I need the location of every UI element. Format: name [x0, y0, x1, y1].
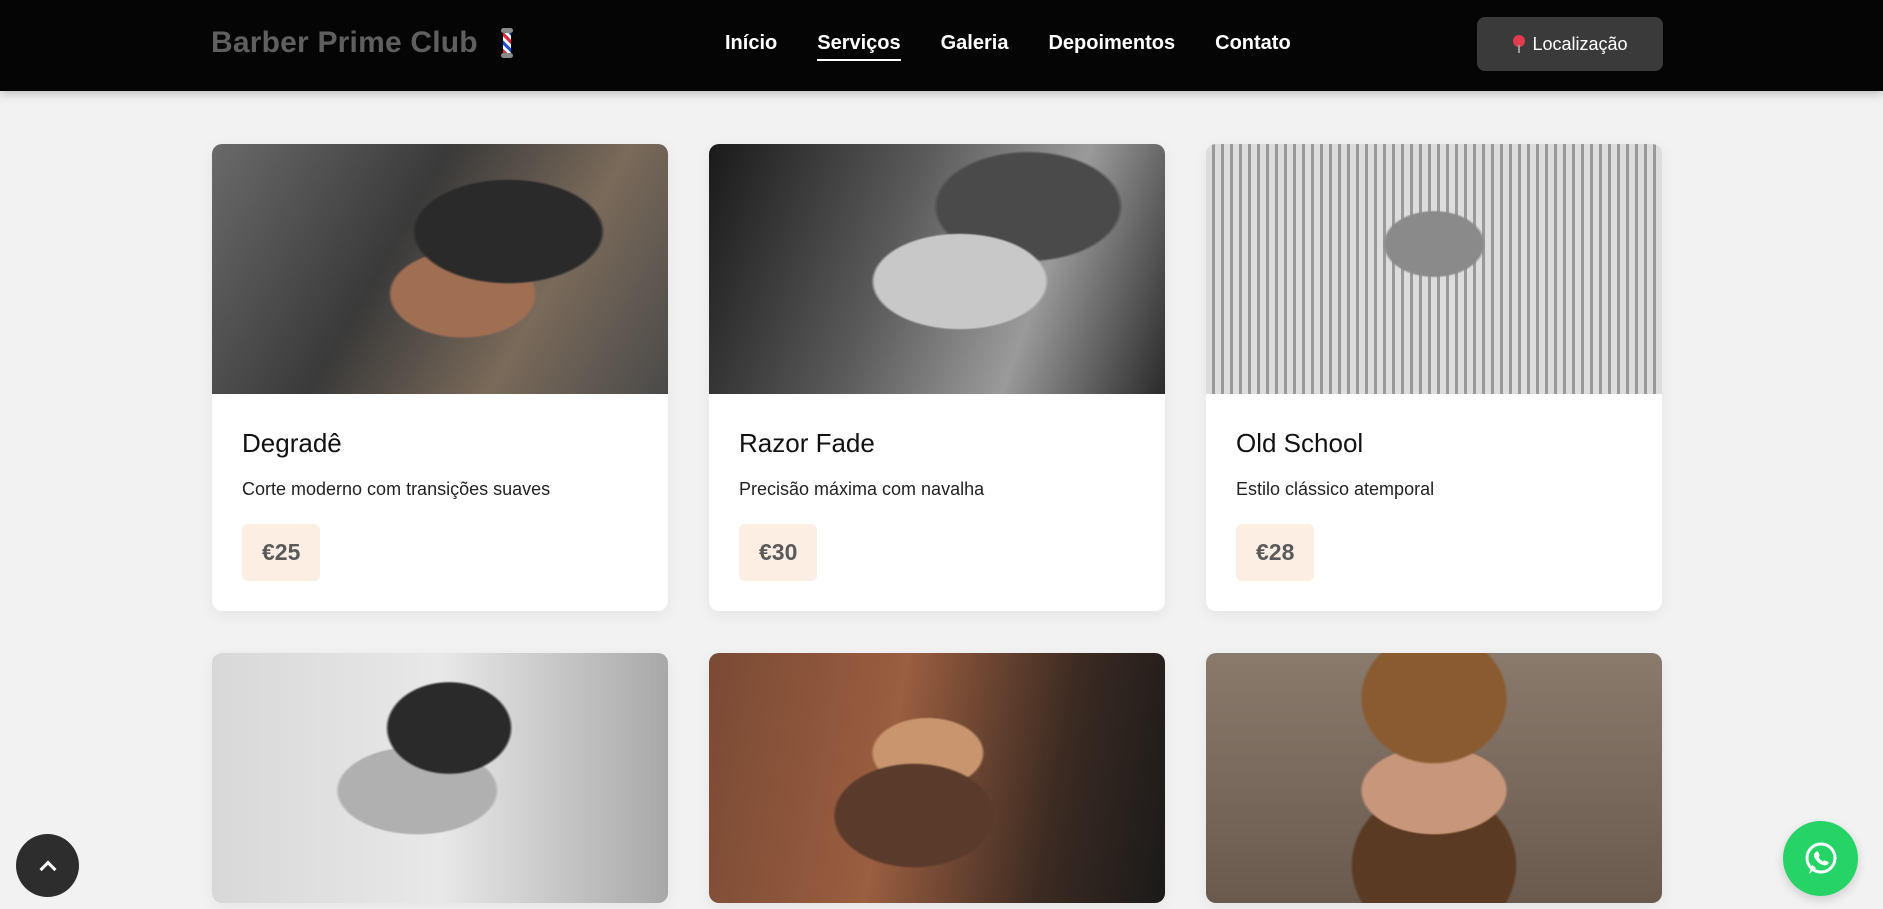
service-photo: [1206, 653, 1662, 903]
top-navbar: Barber Prime Club Início Serviços Galeri…: [0, 0, 1883, 91]
chevron-up-icon: [39, 860, 56, 877]
service-description: Corte moderno com transições suaves: [242, 479, 551, 499]
service-photo: [709, 653, 1165, 903]
service-title: Razor Fade: [739, 428, 875, 458]
price-badge: €30: [739, 524, 818, 581]
brand-name: Barber Prime Club: [211, 26, 478, 59]
nav-link-depoimentos[interactable]: Depoimentos: [1048, 32, 1175, 61]
service-card-degrade[interactable]: Degradê Corte moderno com transições sua…: [212, 144, 668, 611]
main-nav: Início Serviços Galeria Depoimentos Cont…: [725, 32, 1331, 61]
service-card-razor-fade[interactable]: Razor Fade Precisão máxima com navalha €…: [709, 144, 1165, 611]
scroll-to-top-button[interactable]: [16, 834, 79, 897]
location-button[interactable]: Localização: [1477, 17, 1663, 71]
service-card-5[interactable]: [709, 653, 1165, 903]
nav-link-galeria[interactable]: Galeria: [941, 32, 1009, 61]
service-card-4[interactable]: [212, 653, 668, 903]
barber-pole-icon: [500, 28, 514, 58]
whatsapp-icon: [1805, 842, 1836, 874]
service-photo: [1206, 144, 1662, 394]
brand-logo[interactable]: Barber Prime Club: [211, 26, 514, 60]
nav-link-servicos[interactable]: Serviços: [817, 32, 902, 61]
service-title: Degradê: [242, 428, 342, 458]
service-photo: [212, 144, 668, 394]
location-button-label: Localização: [1532, 33, 1628, 54]
price-badge: €28: [1236, 524, 1315, 581]
whatsapp-button[interactable]: [1783, 821, 1858, 896]
service-card-6[interactable]: [1206, 653, 1662, 903]
service-photo: [709, 144, 1165, 394]
price-badge: €25: [242, 524, 321, 581]
nav-link-contato[interactable]: Contato: [1215, 32, 1291, 61]
service-description: Precisão máxima com navalha: [739, 479, 985, 499]
pin-icon: [1512, 35, 1526, 53]
service-card-old-school[interactable]: Old School Estilo clássico atemporal €28: [1206, 144, 1662, 611]
service-photo: [212, 653, 668, 903]
nav-link-inicio[interactable]: Início: [725, 32, 777, 61]
service-title: Old School: [1236, 428, 1364, 458]
service-description: Estilo clássico atemporal: [1236, 479, 1435, 499]
